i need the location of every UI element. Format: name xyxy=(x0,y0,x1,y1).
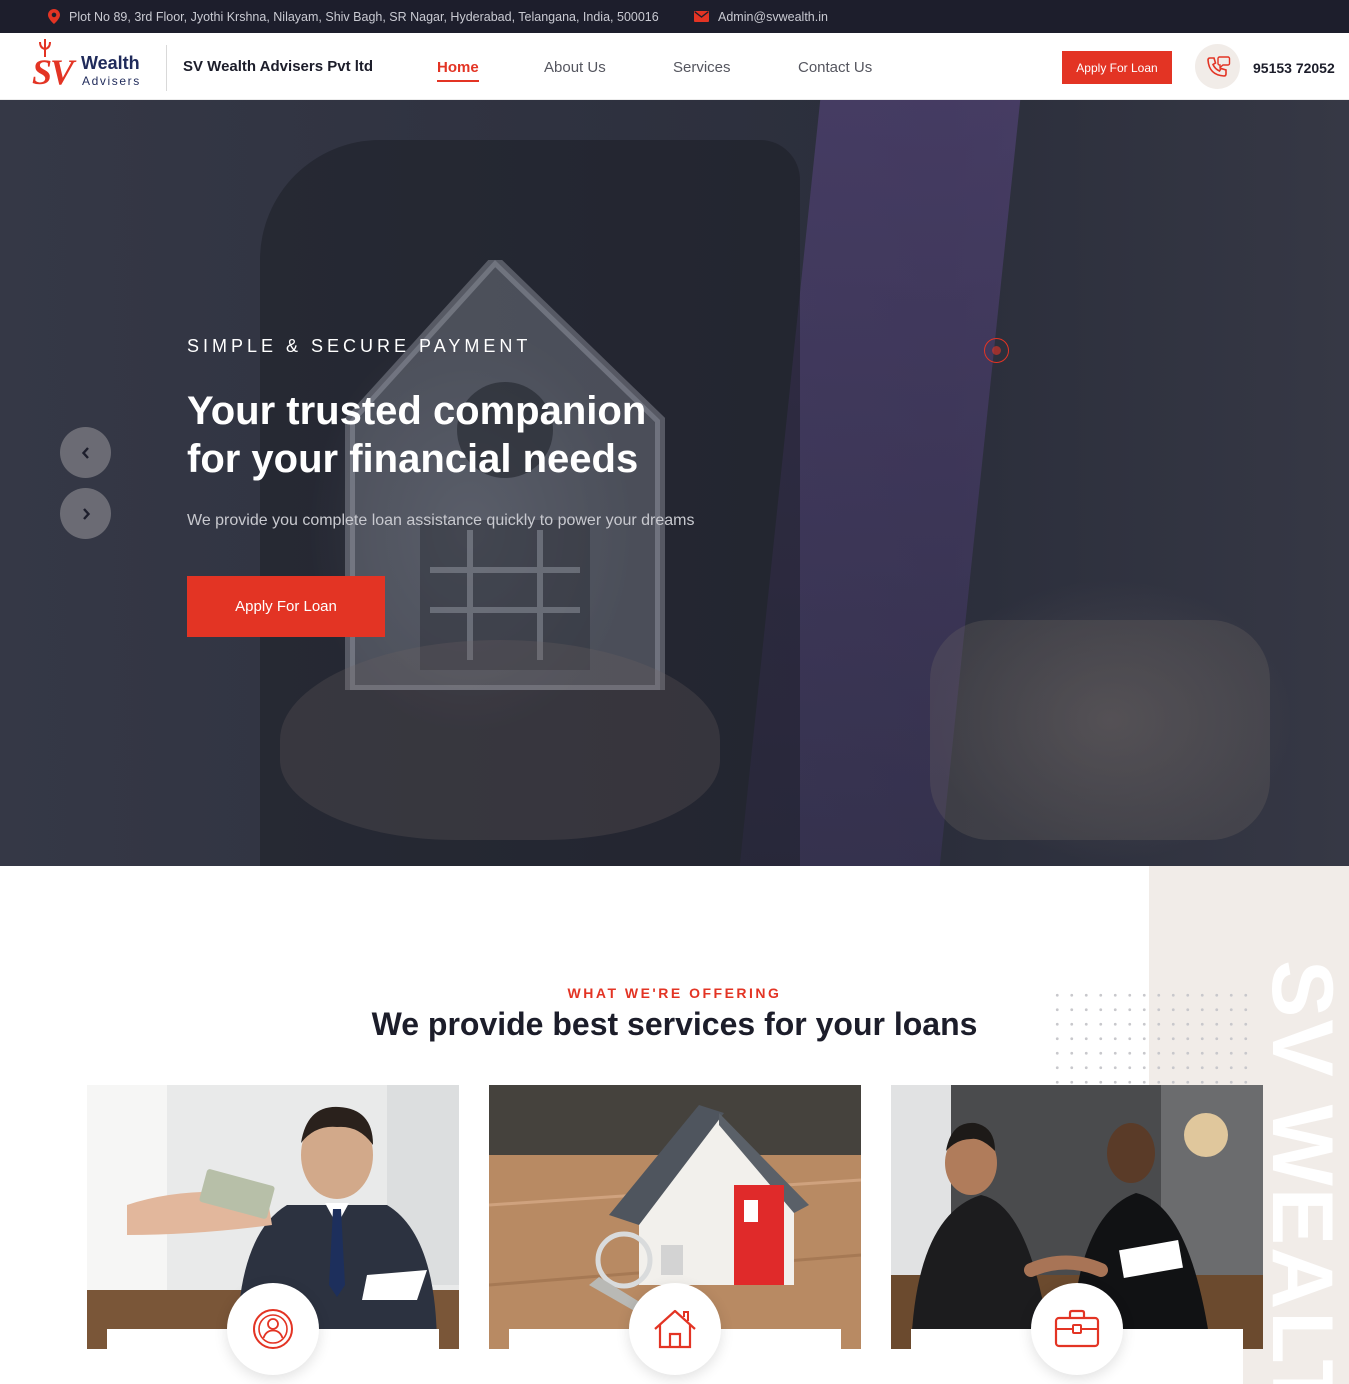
address-item: Plot No 89, 3rd Floor, Jyothi Krshna, Ni… xyxy=(48,0,659,33)
hero-label: SIMPLE & SECURE PAYMENT xyxy=(187,336,532,356)
hero-subtitle: We provide you complete loan assistance … xyxy=(187,512,695,529)
logo-mark: SV xyxy=(32,52,74,92)
top-info-bar: Plot No 89, 3rd Floor, Jyothi Krshna, Ni… xyxy=(0,0,1349,33)
hero-bg-hand xyxy=(280,640,720,840)
briefcase-icon xyxy=(1054,1309,1100,1348)
apply-for-loan-header-button[interactable]: Apply For Loan xyxy=(1062,51,1172,84)
hero-title-line-2: for your financial needs xyxy=(187,437,639,481)
logo[interactable]: SV Wealth Advisers xyxy=(32,39,152,93)
service-card-3-icon-badge xyxy=(1031,1283,1123,1375)
nav-services[interactable]: Services xyxy=(673,59,731,76)
slider-next-button[interactable] xyxy=(60,488,111,539)
phone-number[interactable]: 95153 72052 xyxy=(1253,60,1335,76)
service-card-2-icon-badge xyxy=(629,1283,721,1375)
hero-title: Your trusted companion for your financia… xyxy=(187,387,807,483)
apply-for-loan-hero-button[interactable]: Apply For Loan xyxy=(187,576,385,637)
hero-title-line-1: Your trusted companion xyxy=(187,389,647,433)
service-card-2[interactable] xyxy=(489,1085,861,1384)
nav-contact-us[interactable]: Contact Us xyxy=(798,59,872,76)
hero-slider: SIMPLE & SECURE PAYMENT Your trusted com… xyxy=(0,100,1349,866)
service-card-1[interactable] xyxy=(87,1085,459,1384)
user-circle-icon xyxy=(253,1309,293,1349)
envelope-icon xyxy=(694,11,709,22)
services-title: We provide best services for your loans xyxy=(371,1006,978,1042)
map-pin-icon xyxy=(48,9,60,24)
address-text: Plot No 89, 3rd Floor, Jyothi Krshna, Ni… xyxy=(69,9,659,24)
services-eyebrow: WHAT WE'RE OFFERING xyxy=(567,985,782,1001)
hero-decor-ring xyxy=(984,338,1009,363)
hero-bg-right-hand xyxy=(930,620,1270,840)
email-item[interactable]: Admin@svwealth.in xyxy=(694,0,828,33)
site-header: SV Wealth Advisers SV Wealth Advisers Pv… xyxy=(0,33,1349,100)
service-card-3[interactable] xyxy=(891,1085,1263,1384)
header-divider xyxy=(166,45,167,91)
logo-sub: Advisers xyxy=(82,74,141,88)
service-card-1-icon-badge xyxy=(227,1283,319,1375)
company-name: SV Wealth Advisers Pvt ltd xyxy=(183,58,374,75)
slider-prev-button[interactable] xyxy=(60,427,111,478)
phone-button[interactable] xyxy=(1195,44,1240,89)
phone-icon xyxy=(1206,55,1230,77)
logo-word: Wealth xyxy=(81,53,140,73)
house-icon xyxy=(654,1309,696,1349)
email-link[interactable]: Admin@svwealth.in xyxy=(718,10,828,24)
nav-home[interactable]: Home xyxy=(437,59,479,82)
nav-about-us[interactable]: About Us xyxy=(544,59,606,76)
chevron-right-icon xyxy=(82,507,90,520)
chevron-left-icon xyxy=(81,446,89,459)
